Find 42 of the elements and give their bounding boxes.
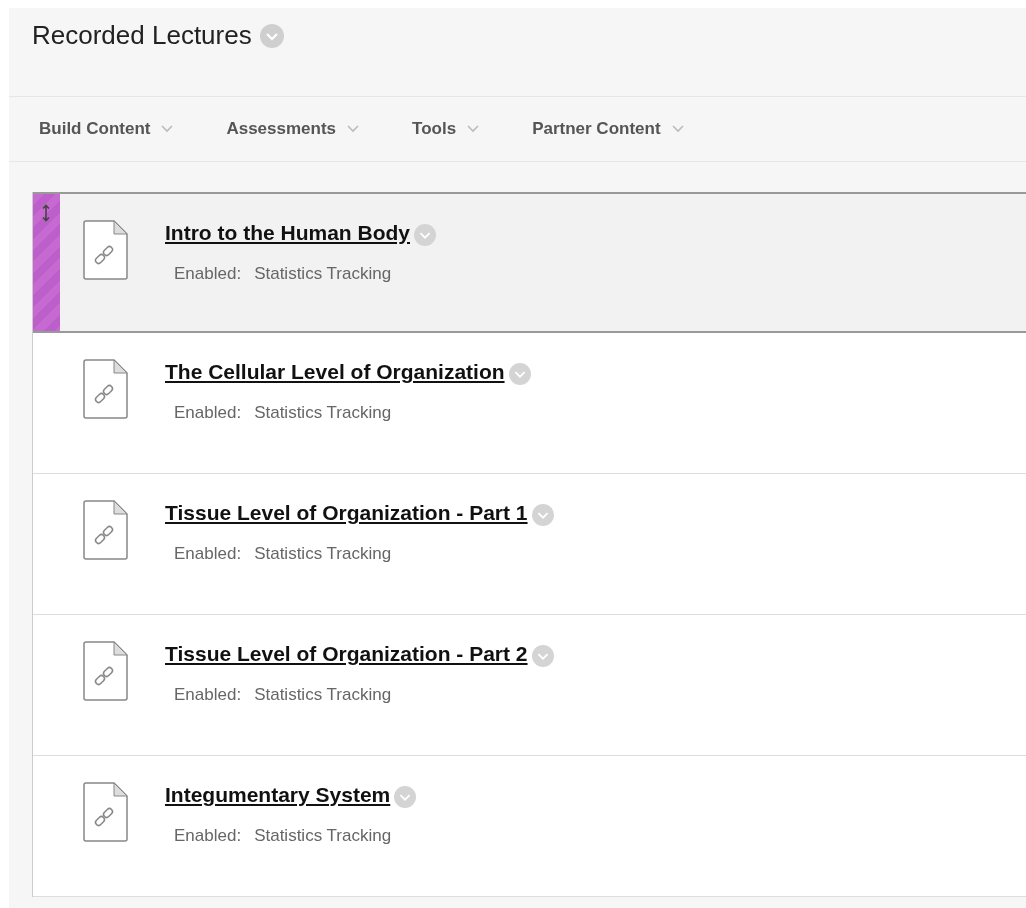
toolbar-menu[interactable]: Tools bbox=[404, 115, 489, 143]
chevron-down-icon[interactable] bbox=[259, 24, 284, 48]
enabled-value: Statistics Tracking bbox=[254, 826, 392, 846]
chevron-down-icon[interactable] bbox=[394, 786, 417, 808]
enabled-value: Statistics Tracking bbox=[254, 544, 392, 564]
item-title-link[interactable]: Intro to the Human Body bbox=[165, 221, 410, 245]
drag-handle-icon[interactable] bbox=[42, 204, 50, 222]
toolbar-menu[interactable]: Build Content bbox=[31, 115, 183, 143]
chevron-down-icon[interactable] bbox=[531, 645, 554, 667]
content-item[interactable]: The Cellular Level of Organization Enabled: Statistics Tracking bbox=[33, 333, 1026, 474]
chevron-down-icon[interactable] bbox=[508, 363, 531, 385]
chevron-down-icon[interactable] bbox=[531, 504, 554, 526]
content-item[interactable]: Tissue Level of Organization - Part 1 Enabled: Statistics Tracking bbox=[33, 474, 1026, 615]
item-title-link[interactable]: Integumentary System bbox=[165, 783, 391, 807]
enabled-label: Enabled: bbox=[174, 826, 242, 846]
link-file-icon bbox=[83, 359, 129, 419]
enabled-value: Statistics Tracking bbox=[254, 403, 392, 423]
content-item[interactable]: Tissue Level of Organization - Part 2 Enabled: Statistics Tracking bbox=[33, 615, 1026, 756]
item-title-link[interactable]: The Cellular Level of Organization bbox=[165, 360, 505, 384]
item-title-link[interactable]: Tissue Level of Organization - Part 1 bbox=[165, 501, 528, 525]
toolbar-menu[interactable]: Assessments bbox=[218, 115, 369, 143]
enabled-label: Enabled: bbox=[174, 685, 242, 705]
enabled-label: Enabled: bbox=[174, 264, 242, 284]
enabled-label: Enabled: bbox=[174, 544, 242, 564]
caret-icon bbox=[670, 124, 685, 134]
link-file-icon bbox=[83, 782, 129, 842]
caret-icon bbox=[346, 124, 361, 134]
enabled-value: Statistics Tracking bbox=[254, 264, 392, 284]
item-title-link[interactable]: Tissue Level of Organization - Part 2 bbox=[165, 642, 528, 666]
link-file-icon bbox=[83, 500, 129, 560]
caret-icon bbox=[160, 124, 175, 134]
toolbar-menu[interactable]: Partner Content bbox=[524, 115, 693, 143]
link-file-icon bbox=[83, 641, 129, 701]
content-item[interactable]: Intro to the Human Body Enabled: Statistics Tracking bbox=[33, 192, 1026, 333]
chevron-down-icon[interactable] bbox=[414, 224, 436, 246]
caret-icon bbox=[466, 124, 481, 134]
page-title: Recorded Lectures bbox=[32, 20, 252, 51]
link-file-icon bbox=[83, 220, 129, 280]
content-item[interactable]: Integumentary System Enabled: Statistics Tracking bbox=[33, 756, 1026, 897]
enabled-label: Enabled: bbox=[174, 403, 242, 423]
enabled-value: Statistics Tracking bbox=[254, 685, 392, 705]
drag-handle[interactable] bbox=[33, 194, 60, 331]
